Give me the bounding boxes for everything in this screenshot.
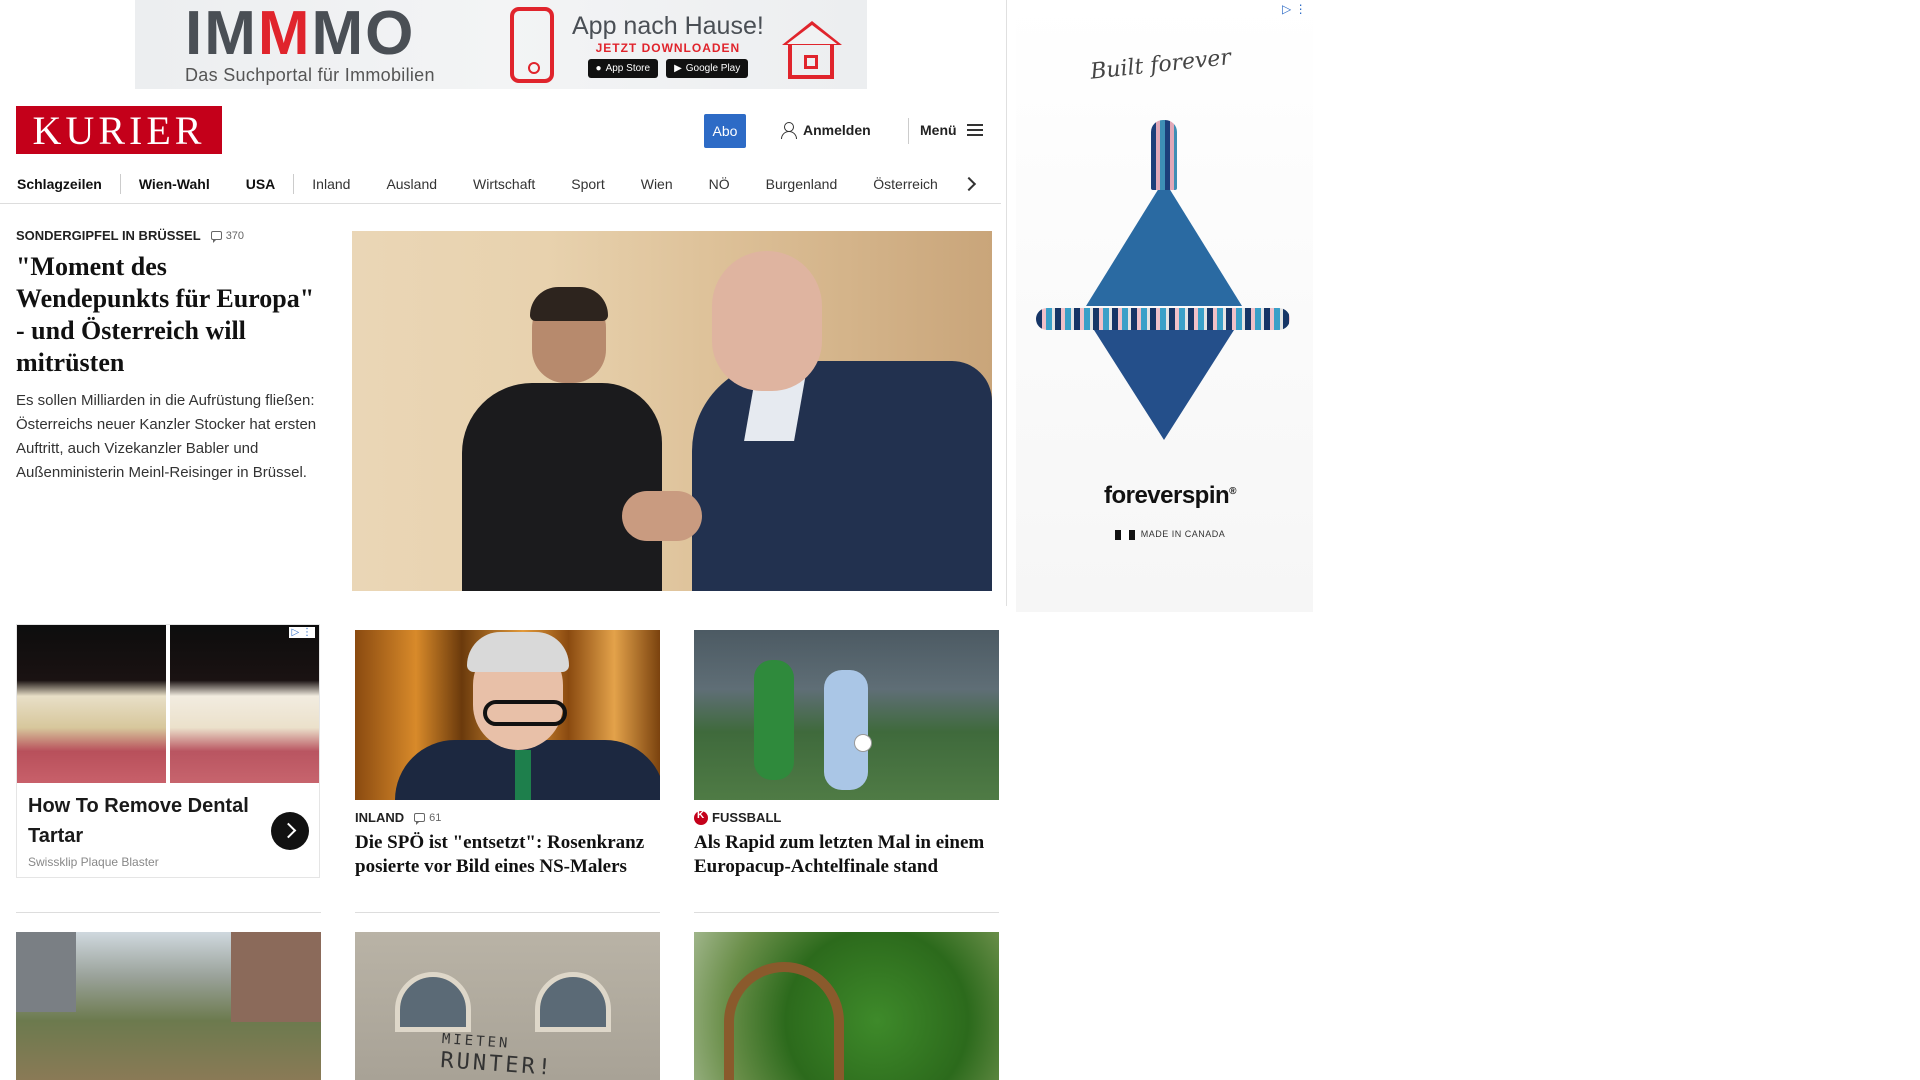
comment-icon [210,231,222,243]
house-icon [780,15,842,79]
nav-item-wirtschaft[interactable]: Wirtschaft [455,176,553,192]
comment-count[interactable]: 61 [414,812,441,825]
google-play-badge[interactable]: ▶ Google Play [666,58,749,78]
person-illustration [462,287,662,591]
nav-item-oesterreich[interactable]: Österreich [855,176,956,192]
nav-item-wien[interactable]: Wien [623,176,691,192]
ad-made-in: MADE IN CANADA [1060,529,1280,540]
column-divider [1006,0,1007,606]
page: IMMMO Das Suchportal für Immobilien App … [0,0,1920,1080]
handshake [622,491,702,541]
adchoices-icon[interactable]: ▷ ⋮ [1282,2,1307,16]
comment-icon [414,813,426,825]
immmo-logo: IMMMO Das Suchportal für Immobilien [185,3,455,86]
header-divider [908,118,909,144]
ad-title[interactable]: How To Remove Dental Tartar [28,791,258,851]
nav-item-usa[interactable]: USA [228,176,294,192]
app-store-badge[interactable]: ● App Store [587,58,659,78]
menu-label: Menü [920,122,957,138]
article-card-inland[interactable]: INLAND 61 Die SPÖ ist "entsetzt": Rosenk… [355,630,660,879]
nav-item-schlagzeilen[interactable]: Schlagzeilen [0,176,120,192]
canada-flag-icon [1114,529,1135,540]
adchoices-icon[interactable]: ▷ ⋮ [288,627,315,638]
article-image-graffiti[interactable]: MIETEN RUNTER! [355,932,660,1080]
article-image [694,630,999,800]
lead-story[interactable]: SONDERGIPFEL IN BRÜSSEL 370 "Moment des … [16,228,321,485]
football-club-icon [694,810,708,825]
ad-source: Swissklip Plaque Blaster [28,855,159,869]
article-headline[interactable]: Die SPÖ ist "entsetzt": Rosenkranz posie… [355,831,660,879]
play-icon: ▶ [674,62,682,74]
arrow-right-icon[interactable] [271,812,309,850]
abo-button[interactable]: Abo [704,114,746,148]
menu-button[interactable]: Menü [920,122,983,138]
login-button[interactable]: Anmelden [781,122,871,139]
login-label: Anmelden [803,122,871,138]
article-card-fussball[interactable]: FUSSBALL Als Rapid zum letzten Mal in ei… [694,630,999,879]
app-cta: JETZT DOWNLOADEN [595,40,741,55]
nav-item-burgenland[interactable]: Burgenland [748,176,856,192]
lead-headline[interactable]: "Moment des Wendepunkts für Europa" - un… [16,251,321,379]
row-divider [355,912,660,913]
lead-image[interactable] [352,231,992,591]
lead-kicker: SONDERGIPFEL IN BRÜSSEL 370 [16,228,321,243]
nav-item-sport[interactable]: Sport [553,176,622,192]
nav-item-inland[interactable]: Inland [294,176,368,192]
article-image [355,630,660,800]
ad-image [17,625,319,783]
article-image-basket[interactable] [694,932,999,1080]
spinning-top-image [1036,120,1290,450]
immmo-tagline: Das Suchportal für Immobilien [185,65,435,85]
sponsored-ad-card[interactable]: ▷ ⋮ How To Remove Dental Tartar Swisskli… [16,624,320,878]
nav-item-wien-wahl[interactable]: Wien-Wahl [121,176,228,192]
apple-icon: ● [595,62,602,74]
immmo-brand: IMMMO [185,0,416,68]
graffiti-text: MIETEN RUNTER! [439,1031,555,1080]
lead-teaser: Es sollen Milliarden in die Aufrüstung f… [16,392,317,481]
phone-icon [510,6,554,83]
lead-comment-count[interactable]: 370 [210,230,244,243]
nav-next-icon[interactable] [961,176,976,191]
ad-brand: foreverspin® [1103,482,1237,509]
nav-item-noe[interactable]: NÖ [691,176,748,192]
article-kicker: INLAND 61 [355,810,442,825]
nav-item-ausland[interactable]: Ausland [368,176,455,192]
section-nav: Schlagzeilen Wien-Wahl USA Inland Auslan… [0,164,1001,204]
app-headline: App nach Hause! [572,11,764,40]
app-promo: App nach Hause! JETZT DOWNLOADEN ● App St… [572,12,764,78]
row-divider [694,912,999,913]
row-divider [16,912,321,913]
person-illustration [692,231,992,591]
top-banner-ad[interactable]: IMMMO Das Suchportal für Immobilien App … [135,0,867,89]
hamburger-icon [966,124,983,136]
lead-kicker-text: SONDERGIPFEL IN BRÜSSEL [16,228,201,243]
kurier-logo[interactable]: KURIER [16,106,222,154]
article-image-garden[interactable] [16,932,321,1080]
user-icon [781,122,797,139]
article-headline[interactable]: Als Rapid zum letzten Mal in einem Europ… [694,831,999,879]
article-kicker: FUSSBALL [694,810,999,825]
